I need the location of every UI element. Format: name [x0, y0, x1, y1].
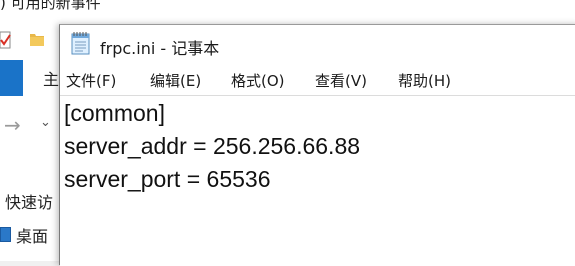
ribbon-file-tab[interactable] — [0, 60, 23, 96]
menu-edit[interactable]: 编辑(E) — [148, 70, 203, 91]
menu-help[interactable]: 帮助(H) — [396, 70, 453, 91]
notepad-text-area[interactable]: [common] server_addr = 256.256.66.88 ser… — [60, 95, 575, 266]
explorer-title-bar: ) 可用的新事件 — [0, 0, 575, 24]
folder-icon[interactable] — [30, 31, 44, 47]
notepad-menu-bar: 文件(F) 编辑(E) 格式(O) 查看(V) 帮助(H) — [60, 65, 575, 95]
text-line: server_port = 65536 — [64, 166, 271, 192]
notepad-icon — [71, 32, 90, 55]
desktop-folder-icon — [0, 227, 11, 242]
ribbon-home-tab[interactable]: 主 — [43, 66, 59, 90]
chevron-down-icon[interactable]: ⌄ — [40, 115, 51, 130]
text-line: [common] — [64, 100, 165, 126]
menu-format[interactable]: 格式(O) — [229, 70, 287, 91]
forward-arrow-icon[interactable]: → — [4, 113, 21, 137]
checkmark-icon[interactable] — [0, 30, 12, 50]
nav-item-quick-access[interactable]: 快速访 — [5, 189, 53, 213]
explorer-title-text: ) 可用的新事件 — [0, 0, 101, 12]
text-line: server_addr = 256.256.66.88 — [64, 133, 361, 159]
menu-view[interactable]: 查看(V) — [313, 70, 369, 91]
nav-item-desktop-label: 桌面 — [16, 227, 49, 246]
notepad-title-bar[interactable]: frpc.ini - 记事本 — [60, 25, 575, 63]
menu-file[interactable]: 文件(F) — [64, 70, 118, 91]
notepad-window: frpc.ini - 记事本 文件(F) 编辑(E) 格式(O) 查看(V) 帮… — [59, 24, 575, 266]
notepad-title-text: frpc.ini - 记事本 — [100, 39, 220, 58]
